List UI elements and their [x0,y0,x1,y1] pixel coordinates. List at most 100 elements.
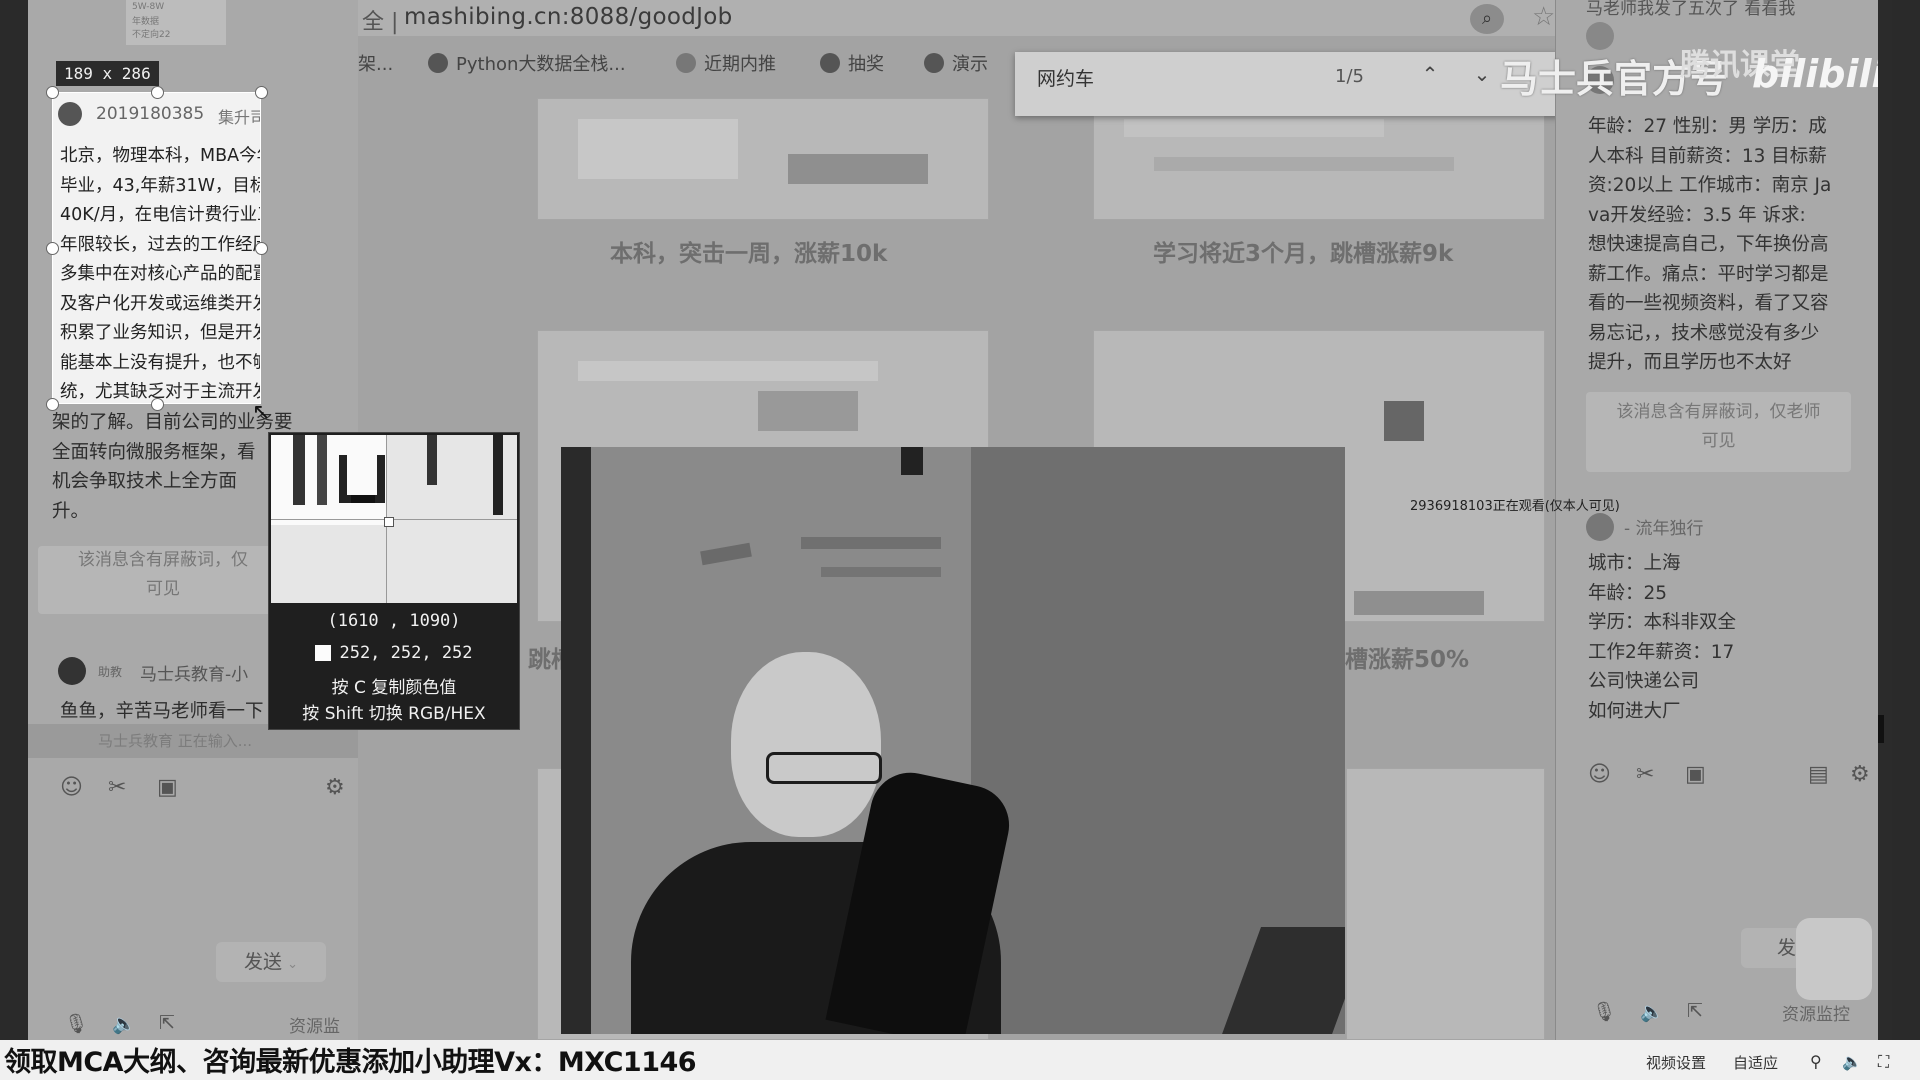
avatar[interactable] [1586,22,1614,50]
resize-handle[interactable] [255,242,268,255]
bookmark-label: 抽奖 [848,54,884,75]
sender-tag: 助教 [98,665,123,679]
search-icon[interactable]: ⌕ [1470,4,1504,34]
right-chat-panel: 马老师我发了五次了 看看我 年龄：27 性别：男 学历：成 人本科 目前薪资：1… [1555,0,1891,1040]
send-button[interactable]: 发送 ⌄ [216,942,326,982]
card-caption: 槽涨薪50% [1345,647,1470,673]
video-settings-button[interactable]: 视频设置 [1646,1052,1706,1073]
globe-icon [820,53,840,73]
message-line: 看的一些视频资料，看了又容 [1588,293,1829,314]
avatar[interactable] [1586,513,1614,541]
screen-edge [1878,0,1892,1040]
mascot-widget[interactable] [1796,918,1872,1000]
resize-handle[interactable] [151,86,164,99]
message-line: 想快速提高自己，下年换份高 [1588,234,1829,255]
scissors-icon[interactable]: ✂ [1636,762,1654,787]
sender-name[interactable]: - 流年独行 [1624,514,1704,539]
message-line: 年龄：25 [1588,582,1668,604]
message-line: 年龄：27 性别：男 学历：成 [1588,116,1827,137]
webcam-video[interactable] [561,447,1345,1034]
bilibili-logo: bilibili [1752,52,1885,96]
bookmark-item[interactable]: 演示 [924,50,988,76]
emoji-icon[interactable]: ☺ [1588,762,1611,787]
emoji-icon[interactable]: ☺ [60,775,83,800]
bookmark-item[interactable]: 抽奖 [820,50,884,76]
chevron-down-icon: ⌄ [287,957,298,972]
settings-icon[interactable]: ⚙ [1850,762,1870,787]
message-body: 年龄：27 性别：男 学历：成 人本科 目前薪资：13 目标薪 资:20以上 工… [1588,112,1878,378]
resize-handle[interactable] [46,398,59,411]
message-line: 积累了业务知识，但是开发技 [60,323,261,343]
message-line: 如何进大厂 [1588,700,1681,722]
resize-handle[interactable] [151,398,164,411]
color-picker-magnifier: (1610 , 1090) 252, 252, 252 按 C 复制颜色值 按 … [268,432,520,730]
share-icon[interactable]: ⇱ [159,1012,175,1034]
selection-size-badge: 189 x 286 [56,61,159,86]
pixel-coordinates: (1610 , 1090) [327,611,461,631]
mic-icon[interactable]: 🎙 [1592,1000,1616,1023]
result-card[interactable] [1093,98,1545,220]
avatar[interactable] [58,657,86,685]
moderation-text: 该消息含有屏蔽词，仅老师 [1616,402,1821,422]
send-label: 发送 [243,951,282,973]
toggle-hint: 按 Shift 切换 RGB/HEX [302,704,486,724]
faint-message: 马老师我发了五次了 看看我 [1586,0,1796,19]
volume-icon[interactable]: 🔈 [1842,1052,1862,1071]
watching-notice: 2936918103正在观看(仅本人可见) [1410,499,1620,514]
avatar [58,102,82,126]
star-icon[interactable]: ☆ [1532,2,1555,32]
chevron-up-icon[interactable]: ⌃ [1415,62,1445,86]
card-caption: 学习将近3个月，跳槽涨薪9k [1153,241,1454,267]
message-line: 40K/月，在电信计费行业工作 [60,205,261,225]
fullscreen-icon[interactable]: ⛶ [1878,1052,1889,1072]
promo-banner: 领取MCA大纲、咨询最新优惠添加小助理Vx：MXC1146 [4,1047,697,1078]
settings-icon[interactable]: ⚙ [325,775,345,800]
scrollbar-thumb[interactable] [1878,715,1884,743]
resize-handle[interactable] [46,242,59,255]
url-text[interactable]: mashibing.cn:8088/goodJob [404,4,732,30]
faint-thumbnail: 5W-8W 年数据 不定向22 [126,0,226,45]
resize-handle[interactable] [46,86,59,99]
faint-text-2: 年数据 [132,17,160,27]
message-line: 薪工作。痛点：平时学习都是 [1588,263,1829,285]
message-line: 及客户化开发或运维类开发， [60,293,261,314]
bookmarks-bar: 架... Python大数据全栈... 近期内推 抽奖 演示 [358,50,1058,90]
message-line: 毕业，43,年薪31W，目标35- [60,175,261,196]
result-card[interactable] [1346,768,1545,1040]
message-line: 工作2年薪资：17 [1588,641,1735,663]
speaker-icon[interactable]: 🔈 [112,1012,136,1035]
pixel-color-row: 252, 252, 252 [269,643,519,663]
chevron-down-icon[interactable]: ⌄ [1467,62,1497,86]
moderation-text-2: 可见 [146,579,180,599]
sender-name[interactable]: 马士兵教育-小 [140,660,248,685]
resize-handle[interactable] [255,86,268,99]
message-body: 城市：上海 年龄：25 学历：本科非双全 工作2年薪资：17 公司快递公司 如何… [1588,549,1878,726]
bookmark-item[interactable]: 架... [358,50,393,76]
bookmark-item[interactable]: Python大数据全栈... [428,50,626,76]
color-swatch [315,645,332,661]
image-icon[interactable]: ▣ [157,775,178,800]
bookmark-item[interactable]: 近期内推 [676,50,776,76]
selection-region[interactable]: 2019180385 集升司 北京，物理本科，MBA今年刚 毕业，43,年薪31… [52,92,261,404]
doorframe [561,447,591,1034]
pin-icon[interactable]: ⚲ [1810,1052,1822,1071]
find-count: 1/5 [1335,66,1364,87]
bookmark-label: Python大数据全栈... [456,54,626,75]
bookmark-label: 演示 [952,54,988,75]
message-line: 北京，物理本科，MBA今年刚 [60,146,261,166]
message-line: va开发经验：3.5 年 诉求: [1588,204,1806,226]
glasses [766,752,882,784]
resource-monitor[interactable]: 资源监控 [1782,1000,1850,1025]
message-line: 易忘记，，技术感觉没有多少 [1588,322,1820,344]
message-line: 资:20以上 工作城市：南京 Ja [1588,175,1832,196]
comment-icon[interactable]: ▤ [1808,762,1829,787]
speaker-icon[interactable]: 🔈 [1640,1000,1664,1023]
find-input[interactable]: 网约车 [1037,64,1094,91]
scissors-icon[interactable]: ✂ [108,775,126,800]
image-icon[interactable]: ▣ [1685,762,1706,787]
result-card[interactable] [537,98,989,220]
auto-fit-button[interactable]: 自适应 [1733,1052,1778,1073]
share-icon[interactable]: ⇱ [1687,1000,1703,1022]
moderation-text-2: 可见 [1701,431,1736,451]
mic-icon[interactable]: 🎙 [64,1012,88,1035]
